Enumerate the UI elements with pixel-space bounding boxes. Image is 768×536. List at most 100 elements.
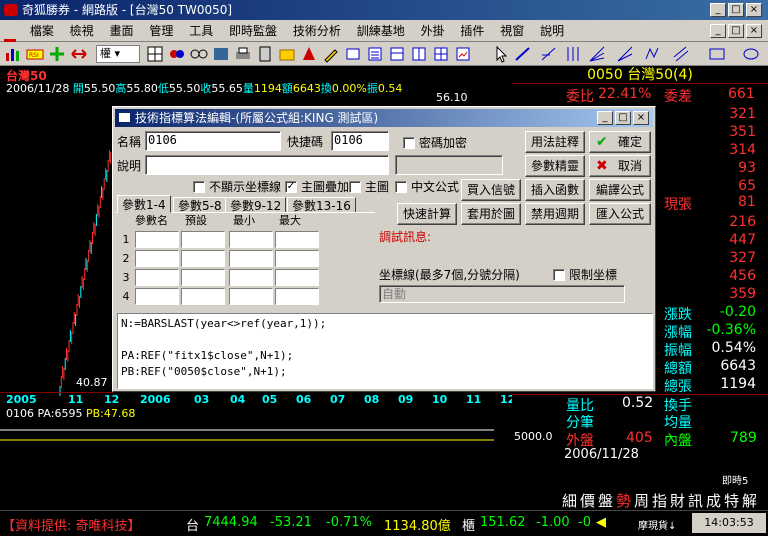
compare-icon[interactable] [190,45,208,63]
sound-icon[interactable] [344,45,362,63]
apply-chart-button[interactable]: 套用於圖 [461,203,521,225]
close-button[interactable]: × [746,3,762,17]
child-close-button[interactable]: × [746,24,762,38]
chart-icon[interactable] [4,45,22,63]
fan-tool-icon[interactable] [588,45,606,63]
quote-tab[interactable]: 細 [562,490,580,511]
channel-tool-icon[interactable] [672,45,690,63]
limit-axis-checkbox[interactable] [553,269,565,281]
param-cell[interactable] [135,231,179,248]
name-input[interactable]: 0106 [145,131,281,151]
disable-period-button[interactable]: 禁用週期 [525,203,585,225]
encrypt-checkbox[interactable] [403,137,415,149]
menu-view[interactable]: 檢視 [64,20,100,42]
dialog-close-button[interactable]: × [633,111,649,125]
param-cell[interactable] [275,231,319,248]
param-wizard-button[interactable]: 參數精靈 [525,155,585,177]
compile-button[interactable]: 編譯公式 [589,179,651,201]
buy-signal-button[interactable]: 買入信號 [461,179,521,201]
quick-calc-button[interactable]: 快速計算 [397,203,457,225]
dialog-minimize-button[interactable]: _ [597,111,613,125]
quote-tab[interactable]: 財 [670,490,688,511]
crosshair-icon[interactable] [48,45,66,63]
dialog-maximize-button[interactable]: □ [615,111,631,125]
report-icon[interactable] [454,45,472,63]
ray-tool-icon[interactable] [540,45,558,63]
param-cell[interactable] [135,269,179,286]
main-chart-checkbox[interactable] [349,181,361,193]
tab-params-9-12[interactable]: 參數9-12 [225,197,287,213]
speaker-icon[interactable]: ◀ [596,515,606,530]
param-cell[interactable] [181,231,225,248]
cursor-icon[interactable] [492,45,510,63]
window-icon[interactable] [410,45,428,63]
wave-tool-icon[interactable] [644,45,662,63]
axis-input[interactable]: 自動 [379,285,625,303]
maximize-button[interactable]: □ [728,3,744,17]
ok-button[interactable]: ✔ 確定 [589,131,651,153]
param-cell[interactable] [229,231,273,248]
quote-tab[interactable]: 訊 [688,490,706,511]
usage-notes-button[interactable]: 用法註釋 [525,131,585,153]
import-formula-button[interactable]: 匯入公式 [589,203,651,225]
quote-tab[interactable]: 勢 [616,490,634,511]
ellipse-tool-icon[interactable] [742,45,760,63]
formula-code-editor[interactable]: N:=BARSLAST(year<>ref(year,1)); PA:REF("f… [117,313,653,389]
quote-tab[interactable]: 周 [634,490,652,511]
overlay-checkbox[interactable]: ✓ [285,181,297,193]
hotkey-input[interactable]: 0106 [331,131,389,151]
fib-tool-icon[interactable] [616,45,634,63]
period-select[interactable]: 權 ▾ [96,45,140,63]
menu-window[interactable]: 視窗 [494,20,530,42]
table-icon[interactable] [432,45,450,63]
no-axis-checkbox[interactable] [193,181,205,193]
menu-manage[interactable]: 管理 [143,20,179,42]
quote-tab[interactable]: 特 [724,490,742,511]
param-cell[interactable] [135,288,179,305]
pen-icon[interactable] [322,45,340,63]
vline-tool-icon[interactable] [564,45,582,63]
menu-monitor[interactable]: 即時監盤 [223,20,283,42]
quote-tab[interactable]: 盤 [598,490,616,511]
tab-params-13-16[interactable]: 參數13-16 [287,197,356,213]
line-tool-icon[interactable] [514,45,532,63]
grid-icon[interactable] [146,45,164,63]
menu-help[interactable]: 說明 [534,20,570,42]
param-cell[interactable] [181,269,225,286]
desc-input[interactable] [145,155,389,175]
child-minimize-button[interactable]: _ [710,24,726,38]
tab-params-5-8[interactable]: 參數5-8 [173,197,227,213]
book-icon[interactable] [212,45,230,63]
param-cell[interactable] [229,288,273,305]
cancel-button[interactable]: ✖ 取消 [589,155,651,177]
rsi-icon[interactable]: RSI [26,45,44,63]
alarm-icon[interactable] [300,45,318,63]
menu-plugin[interactable]: 外掛 [415,20,451,42]
menu-training[interactable]: 訓練基地 [351,20,411,42]
quote-tab[interactable]: 指 [652,490,670,511]
quote-tab[interactable]: 價 [580,490,598,511]
menu-screen[interactable]: 畫面 [104,20,140,42]
chinese-formula-checkbox[interactable] [395,181,407,193]
param-cell[interactable] [229,269,273,286]
layout-icon[interactable] [388,45,406,63]
param-cell[interactable] [135,250,179,267]
param-cell[interactable] [275,269,319,286]
quote-tab[interactable]: 成 [706,490,724,511]
param-cell[interactable] [181,288,225,305]
print-icon[interactable] [234,45,252,63]
minimize-button[interactable]: _ [710,3,726,17]
arrows-icon[interactable] [70,45,88,63]
child-restore-button[interactable]: □ [728,24,744,38]
param-cell[interactable] [181,250,225,267]
param-cell[interactable] [275,250,319,267]
param-cell[interactable] [275,288,319,305]
param-cell[interactable] [229,250,273,267]
quote-tab[interactable]: 解 [742,490,760,511]
calculator-icon[interactable] [256,45,274,63]
menu-tech-analysis[interactable]: 技術分析 [287,20,347,42]
folder-icon[interactable] [278,45,296,63]
list-icon[interactable] [366,45,384,63]
insert-function-button[interactable]: 插入函數 [525,179,585,201]
menu-file[interactable]: 檔案 [24,20,60,42]
